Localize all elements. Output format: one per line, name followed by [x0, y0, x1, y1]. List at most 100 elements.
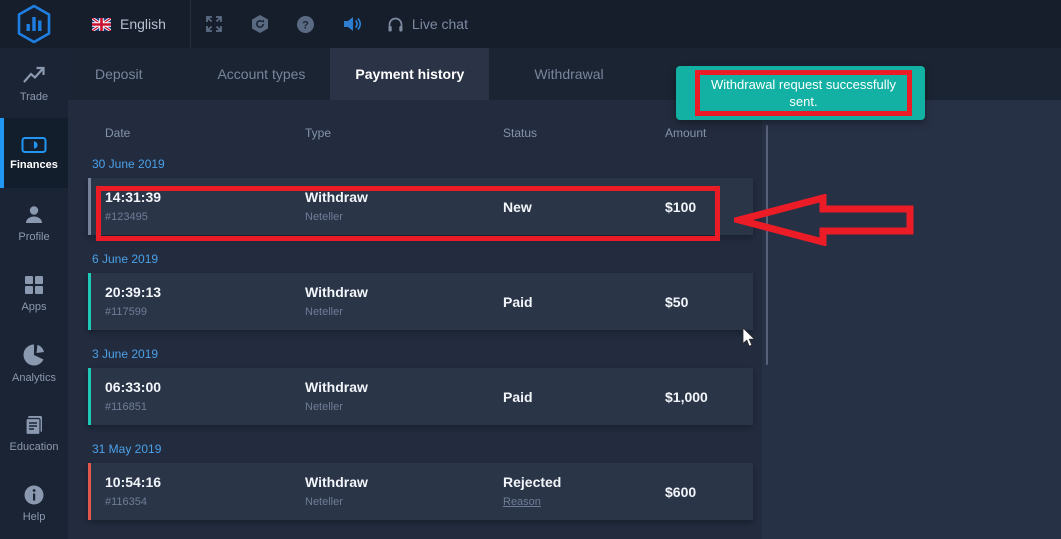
- column-header-date: Date: [105, 126, 305, 140]
- sidebar-item-apps[interactable]: Apps: [0, 258, 68, 328]
- language-selector[interactable]: English: [92, 16, 166, 32]
- right-empty-panel: [762, 100, 1061, 539]
- amount-cell: $1,000: [665, 388, 753, 406]
- live-chat-button[interactable]: Live chat: [387, 16, 468, 33]
- sidebar-item-label: Analytics: [12, 372, 56, 384]
- hexagon-refresh-icon: [250, 14, 270, 34]
- top-bar: English: [0, 0, 1061, 48]
- sound-button[interactable]: [329, 15, 375, 33]
- uk-flag-icon: [92, 18, 111, 31]
- sidebar-item-label: Trade: [20, 91, 48, 103]
- type-cell: Withdraw Neteller: [305, 283, 503, 320]
- live-chat-label: Live chat: [412, 16, 468, 32]
- pie-chart-icon: [22, 343, 46, 367]
- date-group: 31 May 2019 10:54:16 #116354 Withdraw Ne…: [68, 442, 762, 520]
- row-status: Paid: [503, 293, 665, 311]
- date-cell: 20:39:13 #117599: [105, 283, 305, 320]
- speaker-icon: [342, 15, 362, 33]
- row-time: 20:39:13: [105, 283, 305, 301]
- row-type: Withdraw: [305, 473, 503, 491]
- sidebar-item-label: Profile: [18, 231, 49, 243]
- sidebar-item-trade[interactable]: Trade: [0, 48, 68, 118]
- topbar-icon-group: ? Live chat: [191, 14, 468, 34]
- main-area: Deposit Account types Payment history Wi…: [68, 48, 1061, 539]
- banknote-icon: [21, 136, 47, 154]
- sidebar-nav: Trade Finances Profile Apps: [0, 48, 68, 539]
- table-header-row: Date Type Status Amount: [68, 126, 762, 140]
- arrow-annotation-icon: [734, 194, 916, 246]
- payment-history-table: Date Type Status Amount 30 June 2019 14:…: [68, 100, 762, 520]
- svg-text:?: ?: [303, 19, 310, 31]
- language-label: English: [120, 16, 166, 32]
- tournaments-button[interactable]: [237, 14, 283, 34]
- type-cell: Withdraw Neteller: [305, 378, 503, 415]
- table-row[interactable]: 20:39:13 #117599 Withdraw Neteller Paid …: [88, 273, 753, 330]
- amount-cell: $50: [665, 293, 753, 311]
- toast-message: Withdrawal request successfully sent.: [700, 76, 907, 110]
- info-icon: [23, 484, 45, 506]
- row-id: #116354: [105, 495, 305, 510]
- row-time: 10:54:16: [105, 473, 305, 491]
- date-group: 3 June 2019 06:33:00 #116851 Withdraw Ne…: [68, 347, 762, 425]
- type-cell: Withdraw Neteller: [305, 473, 503, 510]
- row-type: Withdraw: [305, 283, 503, 301]
- toast-highlight-box: Withdrawal request successfully sent.: [695, 70, 912, 116]
- sidebar-item-education[interactable]: Education: [0, 398, 68, 468]
- row-id: #117599: [105, 305, 305, 320]
- headset-icon: [387, 16, 404, 33]
- reason-link[interactable]: Reason: [503, 495, 665, 510]
- row-amount: $600: [665, 483, 753, 501]
- sidebar-item-finances[interactable]: Finances: [0, 118, 68, 188]
- status-cell: Rejected Reason: [503, 473, 665, 510]
- table-row[interactable]: 06:33:00 #116851 Withdraw Neteller Paid …: [88, 368, 753, 425]
- mouse-cursor-icon: [742, 328, 756, 348]
- toast-notification: Withdrawal request successfully sent.: [676, 66, 925, 120]
- hexagon-barchart-logo-icon: [13, 3, 55, 45]
- documents-icon: [23, 414, 45, 436]
- question-icon: ?: [296, 15, 315, 34]
- date-group: 6 June 2019 20:39:13 #117599 Withdraw Ne…: [68, 252, 762, 330]
- amount-cell: $600: [665, 483, 753, 501]
- date-cell: 10:54:16 #116354: [105, 473, 305, 510]
- row-time: 06:33:00: [105, 378, 305, 396]
- sidebar-item-label: Finances: [10, 159, 58, 171]
- sidebar-item-analytics[interactable]: Analytics: [0, 328, 68, 398]
- help-button[interactable]: ?: [283, 15, 329, 34]
- row-type: Withdraw: [305, 378, 503, 396]
- column-header-amount: Amount: [665, 126, 762, 140]
- payment-history-content: Date Type Status Amount 30 June 2019 14:…: [68, 100, 1061, 539]
- app-window: English: [0, 0, 1061, 539]
- column-header-status: Status: [503, 126, 665, 140]
- group-date-label: 31 May 2019: [92, 442, 762, 458]
- row-method: Neteller: [305, 400, 503, 415]
- date-cell: 06:33:00 #116851: [105, 378, 305, 415]
- sidebar-item-label: Education: [10, 441, 59, 453]
- sidebar-item-label: Help: [23, 511, 46, 523]
- tab-withdrawal[interactable]: Withdrawal: [509, 48, 628, 100]
- apps-grid-icon: [23, 274, 45, 296]
- table-row[interactable]: 10:54:16 #116354 Withdraw Neteller Rejec…: [88, 463, 753, 520]
- group-date-label: 30 June 2019: [92, 157, 762, 173]
- row-status: Paid: [503, 388, 665, 406]
- row-status: Rejected: [503, 473, 665, 491]
- fullscreen-button[interactable]: [191, 15, 237, 33]
- status-cell: Paid: [503, 388, 665, 406]
- fullscreen-icon: [205, 15, 223, 33]
- row-method: Neteller: [305, 495, 503, 510]
- row-id: #116851: [105, 400, 305, 415]
- sidebar-item-label: Apps: [21, 301, 46, 313]
- tab-deposit[interactable]: Deposit: [70, 48, 167, 100]
- row-highlight-box: [96, 186, 720, 241]
- status-cell: Paid: [503, 293, 665, 311]
- group-date-label: 6 June 2019: [92, 252, 762, 268]
- platform-logo[interactable]: [0, 3, 68, 45]
- person-icon: [23, 204, 45, 226]
- tab-payment-history[interactable]: Payment history: [330, 48, 489, 100]
- column-header-type: Type: [305, 126, 503, 140]
- trend-up-icon: [22, 64, 46, 86]
- tab-account-types[interactable]: Account types: [192, 48, 330, 100]
- row-amount: $1,000: [665, 388, 753, 406]
- row-method: Neteller: [305, 305, 503, 320]
- sidebar-item-help[interactable]: Help: [0, 468, 68, 538]
- sidebar-item-profile[interactable]: Profile: [0, 188, 68, 258]
